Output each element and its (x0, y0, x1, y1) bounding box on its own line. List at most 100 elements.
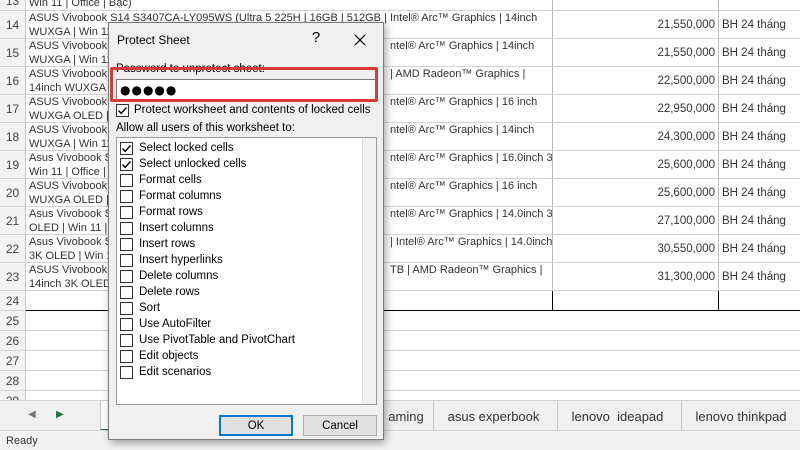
permission-checkbox[interactable] (120, 366, 133, 379)
row-header[interactable]: 18 (0, 123, 26, 151)
price-cell[interactable]: 31,300,000 (553, 263, 719, 290)
price-cell[interactable]: 25,600,000 (553, 151, 719, 178)
row-header[interactable]: 16 (0, 67, 26, 95)
cancel-button[interactable]: Cancel (303, 415, 377, 436)
warranty-cell[interactable]: BH 24 tháng (719, 39, 800, 66)
table-row: Win 11 | Office | Bạc) (26, 0, 800, 11)
permission-label: Insert rows (139, 238, 196, 250)
row-header[interactable]: 29 (0, 391, 26, 400)
row-header[interactable]: 22 (0, 235, 26, 263)
row-header[interactable]: 25 (0, 311, 26, 331)
product-description-cell[interactable]: Win 11 | Office | Bạc) (26, 0, 553, 10)
price-cell[interactable]: 22,500,000 (553, 67, 719, 94)
permission-item[interactable]: Use PivotTable and PivotChart (117, 333, 363, 349)
warranty-cell[interactable] (719, 0, 800, 10)
protect-contents-label: Protect worksheet and contents of locked… (134, 104, 371, 116)
row-header[interactable]: 28 (0, 371, 26, 391)
row-header[interactable]: 15 (0, 39, 26, 67)
sheet-tab-lenovo-thinkpad[interactable]: lenovo thinkpad (681, 401, 800, 431)
row-header[interactable]: 26 (0, 331, 26, 351)
permission-checkbox[interactable] (120, 302, 133, 315)
permission-item[interactable]: Edit scenarios (117, 365, 363, 381)
password-highlight-box (110, 67, 378, 102)
empty-cell[interactable] (553, 291, 719, 310)
permission-checkbox[interactable] (120, 222, 133, 235)
price-cell[interactable]: 24,300,000 (553, 123, 719, 150)
price-cell[interactable]: 21,550,000 (553, 39, 719, 66)
permission-item[interactable]: Select unlocked cells (117, 157, 363, 173)
description-line-tail: ntel® Arc™ Graphics | 14inch (390, 40, 535, 52)
description-line-tail: ntel® Arc™ Graphics | 16 inch (390, 180, 538, 192)
permission-label: Insert hyperlinks (139, 254, 223, 266)
permission-label: Format rows (139, 206, 203, 218)
warranty-cell[interactable]: BH 24 tháng (719, 179, 800, 206)
price-cell[interactable]: 22,950,000 (553, 95, 719, 122)
row-header[interactable]: 21 (0, 207, 26, 235)
price-cell[interactable]: 21,550,000 (553, 11, 719, 38)
permission-checkbox[interactable] (120, 158, 133, 171)
permission-checkbox[interactable] (120, 286, 133, 299)
row-header[interactable]: 14 (0, 11, 26, 39)
row-header[interactable]: 23 (0, 263, 26, 291)
description-line-tail: ntel® Arc™ Graphics | 14inch (390, 124, 535, 136)
sheet-tab-asus-experbook[interactable]: asus experbook (433, 401, 553, 431)
permission-label: Delete columns (139, 270, 219, 282)
warranty-cell[interactable]: BH 24 tháng (719, 11, 800, 38)
permission-checkbox[interactable] (120, 174, 133, 187)
permission-checkbox[interactable] (120, 254, 133, 267)
price-cell[interactable]: 25,600,000 (553, 179, 719, 206)
tab-scroll-right-icon[interactable]: ▶ (56, 409, 64, 420)
tab-scroll-left-icon[interactable]: ◀ (28, 409, 36, 420)
row-header[interactable]: 19 (0, 151, 26, 179)
row-header[interactable]: 27 (0, 351, 26, 371)
permissions-scrollbar[interactable] (362, 138, 376, 404)
permission-item[interactable]: Delete columns (117, 269, 363, 285)
permission-checkbox[interactable] (120, 190, 133, 203)
permission-checkbox[interactable] (120, 238, 133, 251)
sheet-tab-gaming[interactable]: aming (380, 401, 432, 431)
row-header[interactable]: 13 (0, 0, 26, 11)
permission-item[interactable]: Insert hyperlinks (117, 253, 363, 269)
permission-checkbox[interactable] (120, 206, 133, 219)
sheet-tab-lenovo-ideapad[interactable]: lenovo ideapad (557, 401, 677, 431)
permission-checkbox[interactable] (120, 318, 133, 331)
permission-item[interactable]: Use AutoFilter (117, 317, 363, 333)
row-header[interactable]: 24 (0, 291, 26, 311)
description-line-tail: ntel® Arc™ Graphics | 14.0inch 3K (390, 208, 553, 220)
warranty-cell[interactable]: BH 24 tháng (719, 67, 800, 94)
warranty-cell[interactable]: BH 24 tháng (719, 235, 800, 262)
permission-item[interactable]: Format columns (117, 189, 363, 205)
permission-item[interactable]: Format rows (117, 205, 363, 221)
permission-item[interactable]: Sort (117, 301, 363, 317)
warranty-cell[interactable]: BH 24 tháng (719, 123, 800, 150)
warranty-cell[interactable]: BH 24 tháng (719, 151, 800, 178)
permission-label: Select locked cells (139, 142, 234, 154)
help-button[interactable]: ? (309, 29, 323, 46)
warranty-cell[interactable]: BH 24 tháng (719, 207, 800, 234)
price-cell[interactable]: 27,100,000 (553, 207, 719, 234)
warranty-cell[interactable]: BH 24 tháng (719, 263, 800, 290)
close-icon[interactable] (349, 29, 371, 51)
permission-item[interactable]: Insert columns (117, 221, 363, 237)
empty-cell[interactable] (719, 291, 800, 310)
dialog-title: Protect Sheet (117, 33, 190, 47)
permission-item[interactable]: Delete rows (117, 285, 363, 301)
permission-checkbox[interactable] (120, 350, 133, 363)
permission-item[interactable]: Insert rows (117, 237, 363, 253)
protect-contents-checkbox[interactable] (116, 104, 129, 117)
price-cell[interactable] (553, 0, 719, 10)
row-header[interactable]: 20 (0, 179, 26, 207)
permission-checkbox[interactable] (120, 270, 133, 283)
permission-item[interactable]: Select locked cells (117, 141, 363, 157)
permission-checkbox[interactable] (120, 142, 133, 155)
ok-button[interactable]: OK (219, 415, 293, 436)
permission-label: Format columns (139, 190, 222, 202)
permission-item[interactable]: Format cells (117, 173, 363, 189)
price-cell[interactable]: 30,550,000 (553, 235, 719, 262)
description-line-tail: ntel® Arc™ Graphics | 16 inch (390, 96, 538, 108)
permission-checkbox[interactable] (120, 334, 133, 347)
warranty-cell[interactable]: BH 24 tháng (719, 95, 800, 122)
permission-item[interactable]: Edit objects (117, 349, 363, 365)
permissions-list[interactable]: Select locked cells Select unlocked cells… (116, 137, 377, 405)
row-header[interactable]: 17 (0, 95, 26, 123)
